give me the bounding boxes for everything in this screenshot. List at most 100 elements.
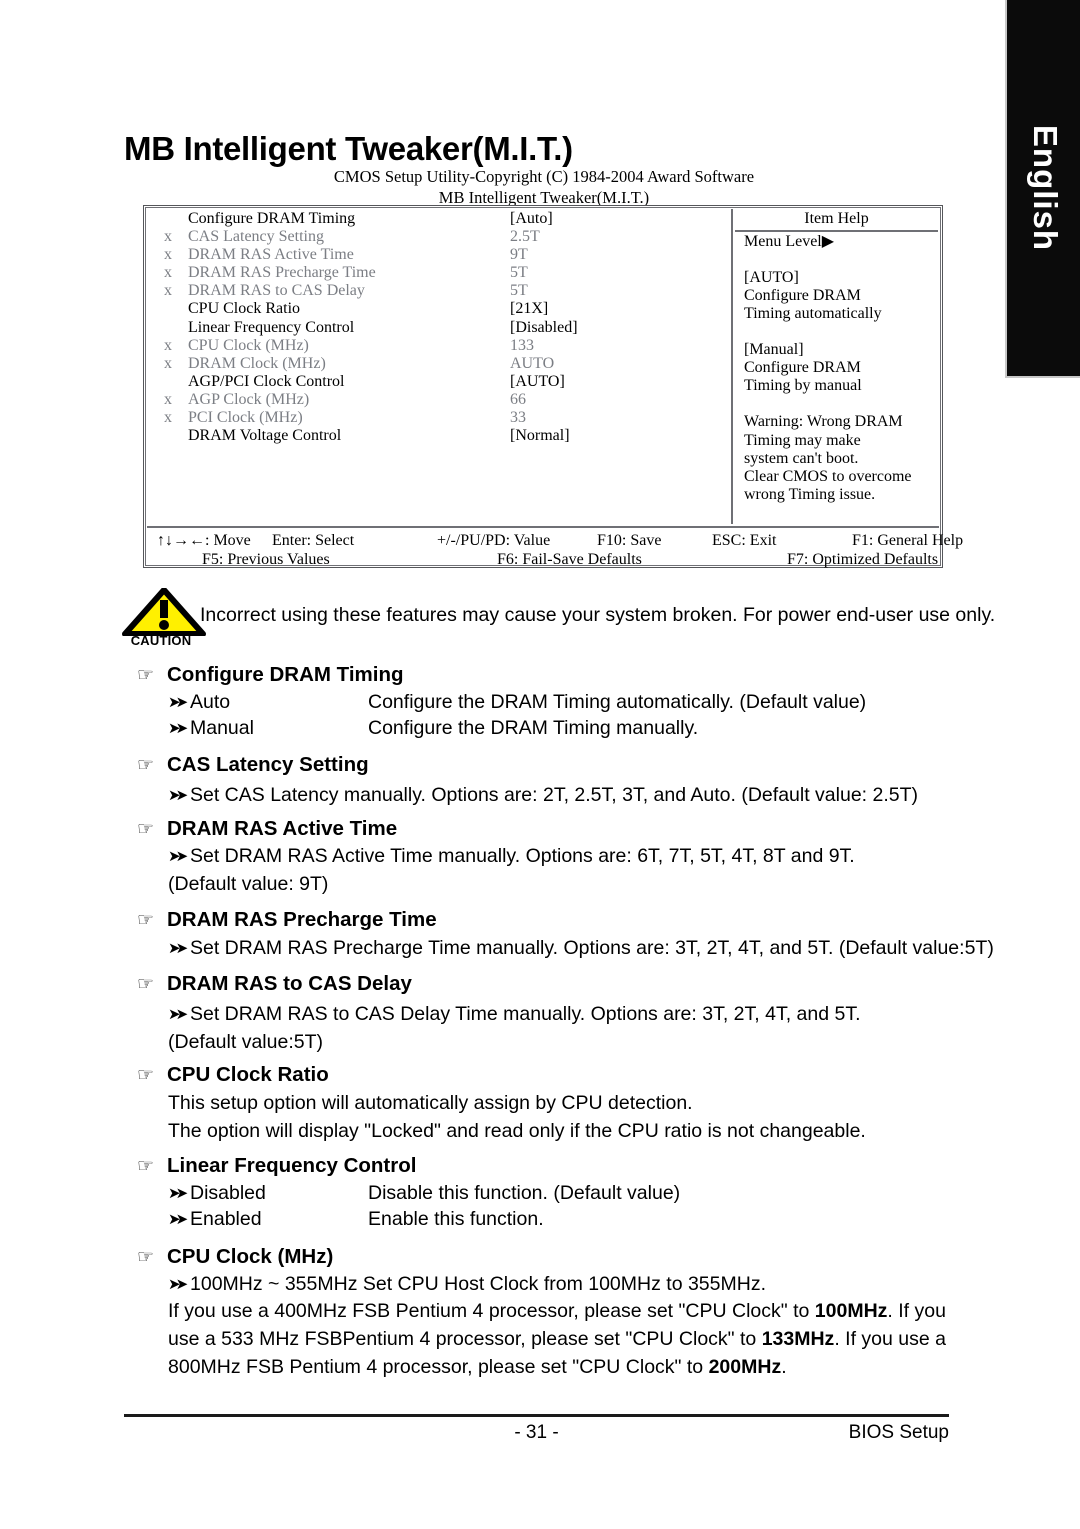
caution-label: CAUTION: [130, 633, 192, 648]
bios-setting-row[interactable]: x CPU Clock (MHz) 133: [148, 337, 728, 355]
bios-setting-row[interactable]: Configure DRAM Timing [Auto]: [148, 210, 728, 228]
item-help-line: [AUTO]: [744, 268, 799, 286]
bios-row-disabled-marker: x: [164, 354, 172, 372]
section-heading-label: CPU Clock (MHz): [167, 1245, 334, 1268]
bios-setting-row[interactable]: x DRAM Clock (MHz) AUTO: [148, 355, 728, 373]
bios-row-label: DRAM RAS to CAS Delay: [188, 282, 365, 300]
bios-row-disabled-marker: x: [164, 246, 172, 264]
bios-row-value[interactable]: 133: [510, 337, 534, 355]
caution-message: Incorrect using these features may cause…: [200, 604, 996, 626]
bios-row-value[interactable]: [21X]: [510, 300, 548, 318]
bios-row-value[interactable]: 5T: [510, 264, 528, 282]
double-arrow-icon: ➤➤: [168, 720, 188, 737]
bios-setting-row[interactable]: x DRAM RAS to CAS Delay 5T: [148, 282, 728, 300]
language-tab-label: English: [1026, 124, 1064, 252]
bios-row-label: DRAM Clock (MHz): [188, 354, 326, 372]
item-help-line: Configure DRAM: [744, 286, 861, 304]
section-description-text: (Default value: 9T): [168, 873, 329, 895]
section-heading-label: DRAM RAS Active Time: [167, 817, 398, 840]
bios-row-label: DRAM RAS Precharge Time: [188, 264, 376, 282]
item-help-line: Timing by manual: [744, 377, 862, 395]
section-heading: ☞ CPU Clock Ratio: [137, 1063, 329, 1087]
bios-row-value[interactable]: [Normal]: [510, 427, 570, 445]
section-heading-label: DRAM RAS to CAS Delay: [167, 972, 412, 995]
item-help-line: Configure DRAM: [744, 359, 861, 377]
caution-note: CAUTION Incorrect using these features m…: [122, 587, 995, 648]
bios-row-disabled-marker: x: [164, 390, 172, 408]
section-description-line: (Default value:5T): [168, 1031, 323, 1054]
section-description-line: ➤➤ Set DRAM RAS Precharge Time manually. …: [168, 937, 994, 960]
bios-row-label: Configure DRAM Timing: [188, 210, 356, 227]
bios-key-hint: ESC: Exit: [712, 532, 777, 549]
section-description-text: This setup option will automatically ass…: [168, 1092, 693, 1114]
bios-row-disabled-marker: x: [164, 409, 172, 427]
bios-key-hint: F10: Save: [597, 532, 662, 549]
double-arrow-icon: ➤➤: [168, 1211, 188, 1228]
bios-row-value[interactable]: 66: [510, 391, 526, 409]
double-arrow-icon: ➤➤: [168, 1185, 188, 1202]
bios-row-disabled-marker: x: [164, 282, 172, 300]
bios-row-label: DRAM RAS Active Time: [188, 246, 354, 264]
warning-triangle-svg: [122, 587, 206, 637]
section-heading: ☞ Configure DRAM Timing: [137, 663, 404, 687]
item-help-line: [Manual]: [744, 341, 804, 359]
item-help-line: Clear CMOS to overcome: [744, 467, 912, 485]
pointing-hand-icon: ☞: [137, 910, 155, 931]
section-heading: ☞ Linear Frequency Control: [137, 1154, 416, 1178]
bios-setting-row[interactable]: x PCI Clock (MHz) 33: [148, 409, 728, 427]
section-description-text: Set DRAM RAS Precharge Time manually. Op…: [190, 937, 994, 959]
section-heading-label: Linear Frequency Control: [167, 1154, 417, 1177]
bios-row-disabled-marker: x: [164, 264, 172, 282]
section-description-text: Set DRAM RAS to CAS Delay Time manually.…: [190, 1003, 861, 1025]
section-description-line: ➤➤ Set DRAM RAS to CAS Delay Time manuall…: [168, 1003, 861, 1026]
bios-row-value[interactable]: 2.5T: [510, 228, 540, 246]
double-arrow-icon: ➤➤: [168, 940, 188, 957]
item-help-line: Timing automatically: [744, 304, 882, 322]
item-help-title: Item Help: [735, 210, 938, 232]
bios-setting-row[interactable]: x CAS Latency Setting 2.5T: [148, 228, 728, 246]
bios-row-value[interactable]: [AUTO]: [510, 373, 565, 391]
bios-setting-row[interactable]: Linear Frequency Control [Disabled]: [148, 319, 728, 337]
item-help-line: system can't boot.: [744, 449, 859, 467]
section-heading: ☞ CPU Clock (MHz): [137, 1245, 333, 1269]
pointing-hand-icon: ☞: [137, 665, 155, 686]
bios-key-hint: ↑↓→←: Move: [157, 532, 251, 549]
bios-key-hint: F5: Previous Values: [202, 551, 330, 568]
section-description-text: Set CAS Latency manually. Options are: 2…: [190, 784, 919, 806]
bios-key-legend: ↑↓→←: Move Enter: Select +/-/PU/PD: Value F…: [147, 526, 963, 569]
bios-setting-row[interactable]: AGP/PCI Clock Control [AUTO]: [148, 373, 728, 391]
section-option-description: Disable this function. (Default value): [368, 1182, 681, 1204]
bios-row-value[interactable]: 33: [510, 409, 526, 427]
section-heading-label: CAS Latency Setting: [167, 753, 369, 776]
section-description-line: This setup option will automatically ass…: [168, 1092, 693, 1115]
bios-row-value[interactable]: [Disabled]: [510, 319, 578, 337]
page-title: MB Intelligent Tweaker(M.I.T.): [124, 130, 573, 168]
pointing-hand-icon: ☞: [137, 1156, 155, 1177]
section-description-text: Set DRAM RAS Active Time manually. Optio…: [190, 845, 855, 867]
bios-row-label: Linear Frequency Control: [188, 318, 355, 336]
bios-setting-row[interactable]: DRAM Voltage Control [Normal]: [148, 427, 728, 445]
document-page: MB Intelligent Tweaker(M.I.T.) CMOS Setu…: [0, 0, 1005, 1529]
section-description-line: The option will display "Locked" and rea…: [168, 1120, 866, 1143]
item-help-line: wrong Timing issue.: [744, 485, 876, 503]
section-option-description: Configure the DRAM Timing automatically.…: [368, 691, 867, 713]
section-option-row: ➤➤ Enabled Enable this function.: [168, 1208, 544, 1231]
bios-row-value[interactable]: 5T: [510, 282, 528, 300]
section-option-term: Disabled: [190, 1182, 266, 1204]
bios-key-hint: F6: Fail-Save Defaults: [497, 551, 642, 568]
bios-setting-row[interactable]: x DRAM RAS Active Time 9T: [148, 246, 728, 264]
paragraph-emphasis: 100MHz: [814, 1300, 888, 1322]
section-description-line: ➤➤ Set CAS Latency manually. Options are:…: [168, 784, 918, 807]
bios-row-value[interactable]: [Auto]: [510, 210, 553, 228]
bios-setting-row[interactable]: CPU Clock Ratio [21X]: [148, 300, 728, 318]
bios-row-value[interactable]: AUTO: [510, 355, 554, 373]
bios-row-value[interactable]: 9T: [510, 246, 528, 264]
bios-setting-row[interactable]: x DRAM RAS Precharge Time 5T: [148, 264, 728, 282]
section-description-text: The option will display "Locked" and rea…: [168, 1120, 866, 1142]
double-arrow-icon: ➤➤: [168, 787, 188, 804]
bios-key-legend-row-2: F5: Previous Values F6: Fail-Save Default…: [147, 550, 939, 569]
item-help-line: Timing may make: [744, 431, 861, 449]
bios-setting-row[interactable]: x AGP Clock (MHz) 66: [148, 391, 728, 409]
section-option-description: Configure the DRAM Timing manually.: [368, 717, 699, 739]
language-tab: English: [1005, 0, 1080, 378]
